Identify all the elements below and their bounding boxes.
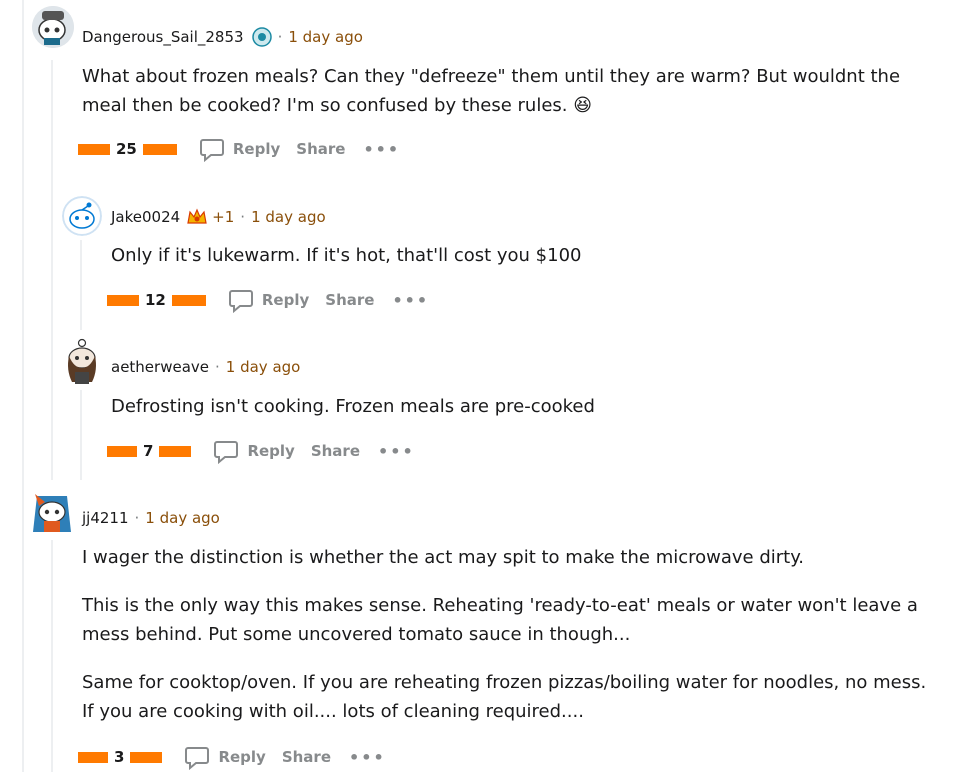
avatar[interactable] [62,338,102,386]
thread-line[interactable] [22,0,24,772]
more-options-button[interactable]: ••• [363,140,400,159]
reply-label: Reply [218,748,266,766]
more-options-button[interactable]: ••• [349,748,386,767]
username[interactable]: jj4211 [82,509,129,527]
avatar[interactable] [31,488,73,538]
thread-line[interactable] [80,390,82,480]
vote-controls: 12 [107,291,206,309]
timestamp[interactable]: 1 day ago [226,358,301,376]
upvote-button[interactable] [78,751,108,763]
share-button[interactable]: Share [311,442,360,460]
comment-bubble-icon [185,747,210,770]
comment-actions: 25 Reply Share ••• [78,134,400,164]
upvote-button[interactable] [78,143,110,155]
downvote-button[interactable] [142,143,177,155]
comment-meta: jj4211 · 1 day ago [82,509,220,527]
separator-dot: · [134,509,140,527]
award-icon [186,207,208,227]
comment-bubble-icon [199,139,224,162]
share-button[interactable]: Share [296,140,345,158]
vote-count: 25 [116,140,137,158]
reply-label: Reply [247,442,295,460]
vote-controls: 3 [78,748,163,766]
avatar[interactable] [62,196,102,236]
reply-button[interactable]: Reply [184,744,266,770]
reply-label: Reply [232,140,281,158]
share-button[interactable]: Share [325,291,374,309]
username[interactable]: aetherweave [111,358,209,376]
snoo-avatar-icon [62,196,102,236]
comment-paragraph: Defrosting isn't cooking. Frozen meals a… [111,396,595,417]
snoo-avatar-icon [68,338,96,384]
flair: +1 [212,208,235,226]
comment-meta: aetherweave · 1 day ago [111,358,300,376]
comment-paragraph: What about frozen meals? Can they "defre… [82,66,901,116]
comment-body: Only if it's lukewarm. If it's hot, that… [111,241,931,270]
upvote-button[interactable] [107,445,137,457]
thread-line[interactable] [51,540,53,772]
separator-dot: · [240,208,246,226]
snoo-avatar-icon [32,6,74,48]
reply-label: Reply [261,291,310,309]
downvote-button[interactable] [130,751,163,763]
comment-actions: 12 Reply Share ••• [107,285,429,315]
username[interactable]: Dangerous_Sail_2853 [82,28,244,46]
username[interactable]: Jake0024 [111,208,180,226]
comment-actions: 7 Reply Share ••• [107,436,415,466]
timestamp[interactable]: 1 day ago [145,509,220,527]
timestamp[interactable]: 1 day ago [288,28,363,46]
separator-dot: · [277,28,283,46]
vote-count: 12 [145,291,166,309]
downvote-button[interactable] [159,445,192,457]
comment-body: What about frozen meals? Can they "defre… [82,62,922,120]
vote-count: 7 [143,442,154,460]
comment-paragraph: Same for cooktop/oven. If you are reheat… [82,672,927,722]
comment-paragraph: This is the only way this makes sense. R… [82,595,918,645]
comment-body: I wager the distinction is whether the a… [82,543,942,726]
reply-button[interactable]: Reply [213,438,295,464]
timestamp[interactable]: 1 day ago [251,208,326,226]
comment-body: Defrosting isn't cooking. Frozen meals a… [111,392,931,421]
vote-controls: 25 [78,140,177,158]
share-button[interactable]: Share [282,748,331,766]
reply-button[interactable]: Reply [228,287,309,313]
comment-paragraph: Only if it's lukewarm. If it's hot, that… [111,245,582,266]
upvote-button[interactable] [107,294,139,306]
vote-count: 3 [114,748,125,766]
vote-controls: 7 [107,442,192,460]
downvote-button[interactable] [171,294,206,306]
reply-button[interactable]: Reply [199,136,280,162]
badge-icon [251,27,272,47]
comment-bubble-icon [228,290,253,313]
comment-bubble-icon [214,441,239,464]
comment-meta: Dangerous_Sail_2853 · 1 day ago [82,27,363,47]
more-options-button[interactable]: ••• [392,291,429,310]
more-options-button[interactable]: ••• [378,442,415,461]
comment-actions: 3 Reply Share ••• [78,742,386,772]
avatar[interactable] [32,6,74,48]
separator-dot: · [215,358,220,376]
snoo-avatar-icon [33,494,71,532]
thread-line[interactable] [80,240,82,330]
comment-meta: Jake0024 +1 · 1 day ago [111,207,326,227]
comment-paragraph: I wager the distinction is whether the a… [82,547,805,568]
thread-line[interactable] [51,60,53,480]
